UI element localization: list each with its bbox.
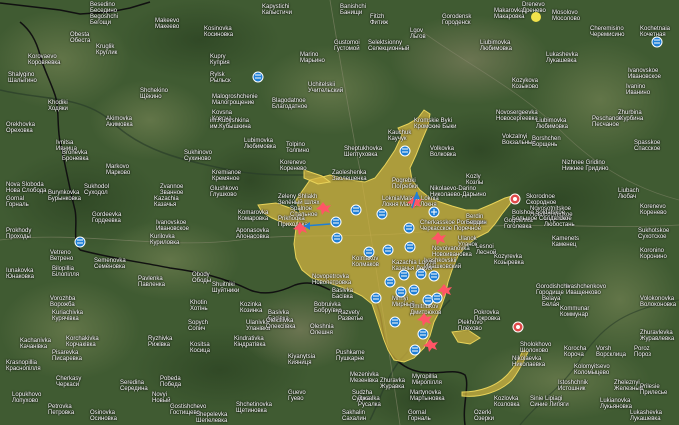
unit-marker[interactable] (404, 241, 416, 253)
unit-marker[interactable] (370, 292, 382, 304)
unit-marker[interactable] (417, 328, 429, 340)
sun-icon (531, 12, 541, 22)
attack-marker[interactable] (509, 193, 521, 205)
unit-marker[interactable] (398, 269, 410, 281)
unit-marker[interactable] (399, 145, 411, 157)
advance-arrow-head (413, 192, 420, 199)
explosion-icon[interactable] (431, 232, 446, 245)
explosion-icon[interactable] (316, 202, 331, 215)
unit-marker[interactable] (415, 268, 427, 280)
unit-marker[interactable] (252, 71, 264, 83)
unit-marker[interactable] (409, 344, 421, 356)
unit-marker[interactable] (363, 246, 375, 258)
unit-marker[interactable] (408, 284, 420, 296)
explosion-icon[interactable] (423, 339, 438, 352)
unit-marker[interactable] (382, 244, 394, 256)
unit-marker[interactable] (74, 236, 86, 248)
marker-layer (74, 12, 663, 356)
explosion-icon[interactable] (417, 313, 432, 326)
unit-marker[interactable] (428, 206, 440, 218)
unit-marker[interactable] (330, 216, 342, 228)
unit-marker[interactable] (395, 286, 407, 298)
unit-marker[interactable] (384, 276, 396, 288)
unit-marker[interactable] (376, 208, 388, 220)
map-view[interactable]: Besedino Беседино Makeevo Макеево Kapystichi… (0, 0, 679, 425)
unit-marker[interactable] (422, 294, 434, 306)
unit-marker[interactable] (651, 36, 663, 48)
attack-marker[interactable] (512, 321, 524, 333)
unit-marker[interactable] (428, 270, 440, 282)
unit-marker[interactable] (350, 204, 362, 216)
unit-marker[interactable] (403, 222, 415, 234)
unit-marker[interactable] (389, 316, 401, 328)
unit-marker[interactable] (431, 292, 443, 304)
unit-marker[interactable] (331, 232, 343, 244)
explosion-icon[interactable] (293, 222, 308, 235)
